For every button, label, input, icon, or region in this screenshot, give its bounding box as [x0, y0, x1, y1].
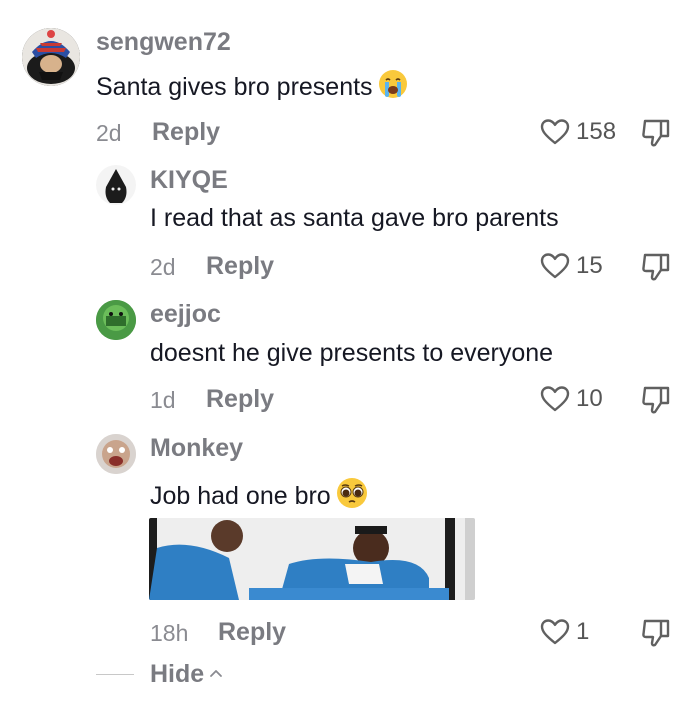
- thumbs-down-icon: [640, 252, 672, 282]
- avatar-image: [96, 300, 136, 340]
- comment-timestamp: 18h: [150, 620, 189, 646]
- comment-timestamp: 2d: [96, 120, 122, 146]
- comment-text-body: doesnt he give presents to everyone: [150, 339, 554, 367]
- comment-text: Santa gives bro presents: [96, 68, 409, 107]
- chevron-up-icon: [208, 666, 224, 684]
- avatar-image: [96, 165, 136, 205]
- like-button[interactable]: 1: [540, 618, 589, 646]
- thumbs-down-icon: [640, 618, 672, 648]
- thumbs-down-icon: [640, 385, 672, 415]
- like-count: 1: [576, 618, 590, 645]
- like-button[interactable]: 158: [540, 118, 616, 146]
- avatar[interactable]: [96, 165, 136, 205]
- like-button[interactable]: 15: [540, 252, 603, 280]
- dislike-button[interactable]: [640, 252, 672, 282]
- heart-icon: [540, 252, 570, 280]
- comment-text-body: I read that as santa gave bro parents: [150, 204, 559, 232]
- reply-button[interactable]: Reply: [206, 252, 274, 281]
- like-count: 15: [576, 252, 603, 279]
- like-button[interactable]: 10: [540, 385, 603, 413]
- comment-text: doesnt he give presents to everyone: [150, 339, 553, 368]
- avatar-image: [96, 434, 136, 474]
- comment-text: Job had one bro: [150, 476, 369, 517]
- comment-username[interactable]: Monkey: [150, 434, 243, 463]
- heart-icon: [540, 385, 570, 413]
- avatar[interactable]: [96, 300, 136, 340]
- crying-face-emoji-icon: [377, 68, 409, 107]
- comment-timestamp: 1d: [150, 387, 176, 413]
- avatar-image: [22, 28, 80, 86]
- reply-button[interactable]: Reply: [206, 385, 274, 414]
- attached-image[interactable]: [149, 518, 475, 600]
- pleading-face-emoji-icon: [335, 476, 369, 517]
- reply-button[interactable]: Reply: [152, 118, 220, 147]
- like-count: 158: [576, 118, 617, 145]
- dislike-button[interactable]: [640, 618, 672, 648]
- heart-icon: [540, 618, 570, 646]
- heart-icon: [540, 118, 570, 146]
- hide-replies-button[interactable]: Hide: [150, 660, 224, 689]
- comment-timestamp: 2d: [150, 254, 176, 280]
- reply-button[interactable]: Reply: [218, 618, 286, 647]
- comment-text-body: Job had one bro: [150, 482, 331, 510]
- like-count: 10: [576, 385, 603, 412]
- thumbs-down-icon: [640, 118, 672, 148]
- scrubs-meme-image: [149, 518, 475, 600]
- comment-username[interactable]: sengwen72: [96, 28, 231, 57]
- hide-label: Hide: [150, 660, 205, 688]
- avatar[interactable]: [96, 434, 136, 474]
- comment-username[interactable]: eejjoc: [150, 300, 221, 329]
- comment-text-body: Santa gives bro presents: [96, 73, 373, 101]
- avatar[interactable]: [22, 28, 80, 86]
- comment-text: I read that as santa gave bro parents: [150, 204, 559, 233]
- hide-replies-divider: [96, 674, 134, 675]
- dislike-button[interactable]: [640, 118, 672, 148]
- dislike-button[interactable]: [640, 385, 672, 415]
- comment-username[interactable]: KIYQE: [150, 166, 228, 195]
